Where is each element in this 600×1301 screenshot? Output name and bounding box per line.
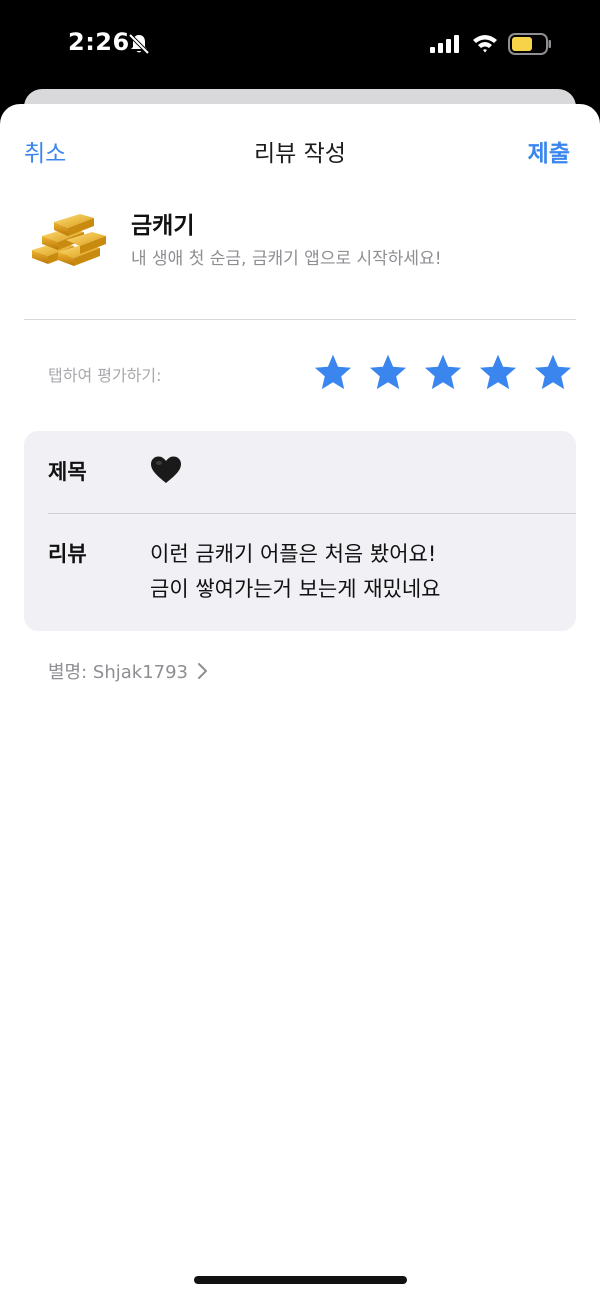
review-text-line[interactable]: 금이 쌓여가는거 보는게 재밌네요	[150, 573, 441, 603]
nickname-link[interactable]: 별명: Shjak1793	[48, 658, 188, 684]
signal-icon	[430, 35, 459, 53]
screen: 2:26 취소 리뷰 작성 제출 금캐기 내 생애 첫 순금, 금캐기 앱으로 …	[0, 0, 600, 1301]
title-field-label: 제목	[48, 460, 87, 484]
submit-button[interactable]: 제출	[528, 134, 570, 168]
page-title: 리뷰 작성	[254, 141, 346, 167]
app-name: 금캐기	[131, 213, 195, 239]
review-field-label: 리뷰	[48, 542, 87, 566]
bell-slash-icon	[128, 33, 150, 55]
app-subtitle: 내 생애 첫 순금, 금캐기 앱으로 시작하세요!	[131, 249, 442, 269]
status-bar: 2:26	[0, 0, 600, 90]
status-time: 2:26	[68, 28, 130, 56]
rating-label: 탭하여 평가하기:	[48, 366, 162, 385]
star-5-icon[interactable]	[532, 352, 574, 394]
star-3-icon[interactable]	[422, 352, 464, 394]
review-text-line[interactable]: 이런 금캐기 어플은 처음 봤어요!	[150, 538, 436, 568]
chevron-right-icon[interactable]	[196, 662, 208, 680]
review-form: 제목 리뷰 이런 금캐기 어플은 처음 봤어요! 금이 쌓여가는거 보는게 재밌…	[24, 431, 576, 631]
gold-bars-icon	[32, 214, 106, 266]
field-divider	[48, 513, 576, 514]
wifi-icon	[473, 35, 497, 53]
star-4-icon[interactable]	[477, 352, 519, 394]
star-1-icon[interactable]	[312, 352, 354, 394]
black-heart-icon[interactable]	[150, 455, 182, 485]
battery-icon	[508, 33, 551, 55]
divider	[24, 319, 576, 320]
star-2-icon[interactable]	[367, 352, 409, 394]
home-indicator[interactable]	[194, 1276, 407, 1284]
review-sheet: 취소 리뷰 작성 제출 금캐기 내 생애 첫 순금, 금캐기 앱으로 시작하세요…	[0, 104, 600, 1301]
